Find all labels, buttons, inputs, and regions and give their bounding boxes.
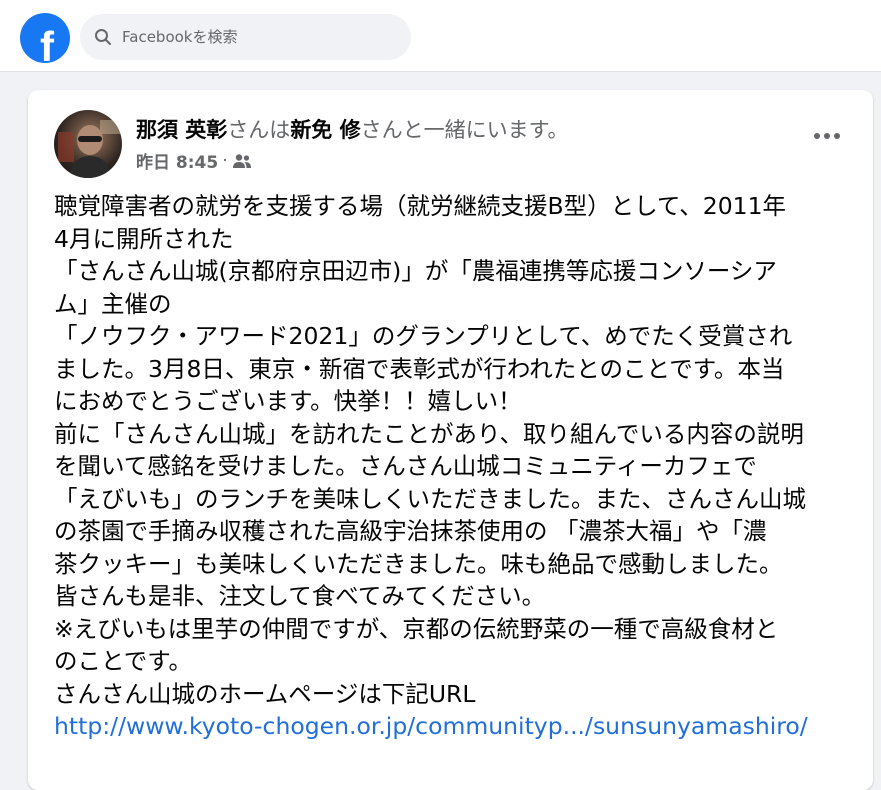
with-prefix: さんは xyxy=(227,118,291,142)
post-text-line: 茶クッキー」も美味しくいただきました。味も絶品で感動しました。 xyxy=(54,549,783,578)
search-box[interactable] xyxy=(80,14,411,60)
author-avatar[interactable] xyxy=(54,110,122,178)
facebook-logo-icon[interactable]: f xyxy=(20,13,70,63)
svg-text:f: f xyxy=(40,23,55,63)
more-options-icon xyxy=(814,133,840,139)
homepage-link[interactable]: http://www.kyoto-chogen.or.jp/communityp… xyxy=(54,712,808,740)
post-text-line: 聴覚障害者の就労を支援する場（就労継続支援B型）として、2011年 xyxy=(54,192,787,220)
friends-icon[interactable] xyxy=(232,153,252,169)
search-input[interactable] xyxy=(120,27,384,47)
post-body: 聴覚障害者の就労を支援する場（就労継続支援B型）として、2011年 4月に開所さ… xyxy=(54,190,864,743)
post-text-line: さんさん山城のホームページは下記URL xyxy=(54,679,476,708)
post-text-line: ※えびいもは里芋の仲間ですが、京都の伝統野菜の一種で高級食材と xyxy=(54,614,779,643)
top-navigation-bar: f xyxy=(0,0,881,72)
meta-separator: · xyxy=(222,150,228,171)
post-text-line: 4月に開所された xyxy=(54,224,234,253)
post-meta: 昨日 8:45 · xyxy=(136,148,252,173)
search-icon xyxy=(95,29,111,45)
post-text-line: ム」主催の xyxy=(54,289,172,318)
post-text-line: 皆さんも是非、注文して食べてみてください。 xyxy=(54,582,546,610)
post-text-line: のことです。 xyxy=(54,647,192,675)
post-text-line: におめでとうございます。快挙！！嬉しい！ xyxy=(54,387,522,415)
post-text-line: 「えびいも」のランチを美味しくいただきました。また、さんさん山城 xyxy=(54,484,806,513)
post-text-line: ました。3月8日、東京・新宿で表彰式が行われたとのことです。本当 xyxy=(54,354,785,383)
tagged-person[interactable]: 新免 修 xyxy=(290,118,360,142)
more-options-button[interactable] xyxy=(809,124,845,148)
with-suffix: さんと一緒にいます。 xyxy=(360,118,569,142)
post-text-line: 「ノウフク・アワード2021」のグランプリとして、めでたく受賞され xyxy=(54,322,793,350)
avatar-photo xyxy=(58,120,120,178)
post-text-line: 前に「さんさん山城」を訪れたことがあり、取り組んでいる内容の説明 xyxy=(54,419,804,448)
post-header: 那須 英彰さんは新免 修さんと一緒にいます。 xyxy=(136,114,569,144)
post-text-line: を聞いて感銘を受けました。さんさん山城コミュニティーカフェで xyxy=(54,452,757,480)
post-card: 那須 英彰さんは新免 修さんと一緒にいます。 昨日 8:45 · 聴覚障害者の就… xyxy=(28,90,873,790)
author-name[interactable]: 那須 英彰 xyxy=(136,118,227,142)
post-text-line: の茶園で手摘み収穫された高級宇治抹茶使用の 「濃茶大福」や「濃 xyxy=(54,517,767,545)
post-text-line: 「さんさん山城(京都府京田辺市)」が「農福連携等応援コンソーシア xyxy=(54,257,777,285)
post-time[interactable]: 昨日 8:45 xyxy=(136,148,218,173)
